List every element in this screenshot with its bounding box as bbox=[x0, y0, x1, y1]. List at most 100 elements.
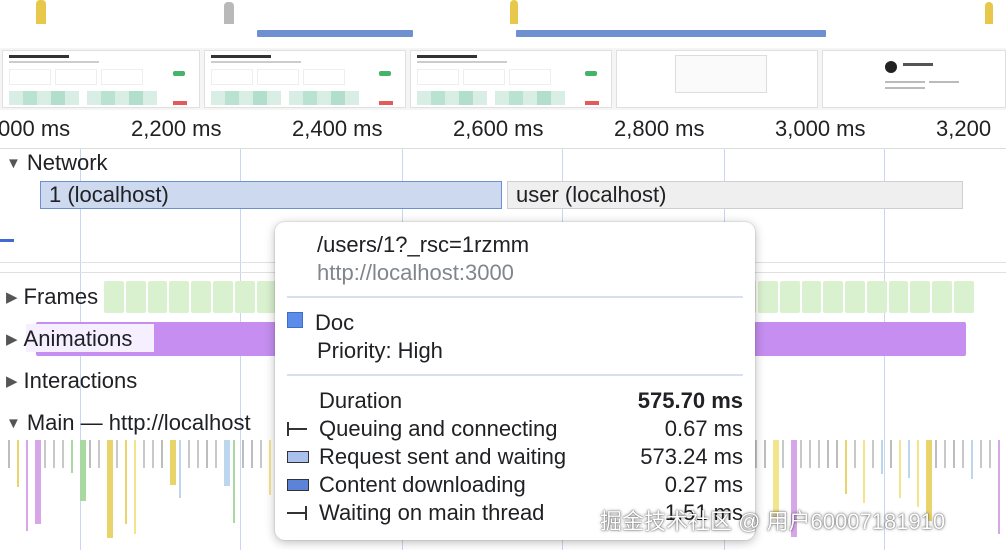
duration-value: 575.70 ms bbox=[637, 388, 743, 413]
screenshot-thumbnail[interactable] bbox=[822, 50, 1006, 108]
track-header-main[interactable]: ▼ Main — http://localhost bbox=[6, 410, 251, 436]
flamechart-slice[interactable] bbox=[242, 440, 244, 468]
flamechart-slice[interactable] bbox=[143, 440, 145, 468]
network-request-bar[interactable]: 1 (localhost) bbox=[40, 181, 502, 209]
flamechart-slice[interactable] bbox=[107, 440, 113, 538]
ruler-tick-label: 2,400 ms bbox=[292, 116, 383, 141]
flamechart-slice[interactable] bbox=[935, 440, 937, 468]
screenshot-thumbnail[interactable] bbox=[616, 50, 818, 108]
flamechart-slice[interactable] bbox=[233, 440, 235, 523]
flamechart-slice[interactable] bbox=[251, 440, 253, 468]
flamechart-slice[interactable] bbox=[863, 440, 865, 503]
flamechart-slice[interactable] bbox=[881, 440, 883, 474]
flamechart-slice[interactable] bbox=[62, 440, 64, 468]
resource-type: Doc bbox=[315, 310, 355, 335]
flamechart-slice[interactable] bbox=[161, 440, 163, 468]
network-marker bbox=[0, 239, 14, 242]
flamechart-slice[interactable] bbox=[998, 440, 1000, 534]
flamechart-slice[interactable] bbox=[890, 440, 892, 468]
flamechart-slice[interactable] bbox=[944, 440, 946, 468]
flamechart-slice[interactable] bbox=[980, 440, 982, 468]
track-label: Network bbox=[26, 150, 108, 175]
flamechart-slice[interactable] bbox=[71, 440, 73, 473]
flamechart-slice[interactable] bbox=[98, 440, 100, 468]
screenshot-thumbnail[interactable] bbox=[410, 50, 612, 108]
phase-value: 573.24 ms bbox=[640, 444, 743, 469]
flamechart-slice[interactable] bbox=[17, 440, 19, 487]
network-request-label: 1 (localhost) bbox=[49, 182, 169, 207]
ruler-tick-label: 2,200 ms bbox=[131, 116, 222, 141]
network-request-bar[interactable]: user (localhost) bbox=[507, 181, 963, 209]
request-url: /users/1?_rsc=1rzmm bbox=[317, 232, 530, 257]
track-label: Frames bbox=[23, 284, 99, 309]
time-ruler[interactable]: 000 ms 2,200 ms 2,400 ms 2,600 ms 2,800 … bbox=[0, 110, 1006, 149]
flamechart-slice[interactable] bbox=[782, 440, 784, 468]
tooltip-divider bbox=[287, 296, 743, 298]
doc-type-swatch-icon bbox=[287, 312, 303, 328]
flamechart-slice[interactable] bbox=[197, 440, 199, 468]
track-header-interactions[interactable]: ▶ Interactions bbox=[6, 368, 137, 394]
flamechart-slice[interactable] bbox=[989, 440, 991, 468]
flamechart-slice[interactable] bbox=[917, 440, 919, 507]
flamechart-slice[interactable] bbox=[269, 440, 271, 495]
track-header-frames[interactable]: ▶ Frames bbox=[6, 284, 98, 310]
flamechart-slice[interactable] bbox=[800, 440, 802, 468]
track-header-animations[interactable]: ▶ Animations bbox=[6, 326, 132, 352]
expand-triangle-icon[interactable]: ▶ bbox=[6, 288, 18, 306]
overview-spike bbox=[36, 0, 46, 24]
flamechart-slice[interactable] bbox=[224, 440, 230, 486]
track-label: Main — http://localhost bbox=[26, 410, 251, 435]
flamechart-slice[interactable] bbox=[8, 440, 10, 468]
overview-spike bbox=[510, 0, 518, 24]
flamechart-slice[interactable] bbox=[908, 440, 910, 478]
flamechart-slice[interactable] bbox=[125, 440, 127, 524]
flamechart-slice[interactable] bbox=[818, 440, 820, 468]
flamechart-slice[interactable] bbox=[809, 440, 811, 468]
track-header-network[interactable]: ▼ Network bbox=[6, 150, 108, 176]
expand-triangle-icon[interactable]: ▶ bbox=[6, 330, 18, 348]
request-waiting-icon bbox=[287, 451, 309, 463]
flamechart-slice[interactable] bbox=[179, 440, 181, 498]
flamechart-slice[interactable] bbox=[755, 440, 757, 468]
flamechart-slice[interactable] bbox=[971, 440, 973, 479]
phase-label: Content downloading bbox=[319, 472, 526, 497]
flamechart-slice[interactable] bbox=[215, 440, 217, 468]
flamechart-slice[interactable] bbox=[89, 440, 91, 468]
flamechart-slice[interactable] bbox=[836, 440, 838, 468]
screenshot-thumbnail[interactable] bbox=[204, 50, 406, 108]
flamechart-slice[interactable] bbox=[260, 440, 262, 468]
flamechart-slice[interactable] bbox=[854, 440, 856, 468]
flamechart-slice[interactable] bbox=[44, 440, 46, 468]
track-label: Animations bbox=[23, 326, 133, 351]
flamechart-slice[interactable] bbox=[206, 440, 208, 468]
overview-spike bbox=[224, 2, 234, 24]
flamechart-slice[interactable] bbox=[134, 440, 136, 534]
flamechart-slice[interactable] bbox=[152, 440, 154, 468]
flamechart-slice[interactable] bbox=[764, 440, 766, 468]
timeline-overview[interactable] bbox=[0, 0, 1006, 49]
flamechart-slice[interactable] bbox=[170, 440, 176, 485]
ruler-tick-label: 3,000 ms bbox=[775, 116, 866, 141]
flamechart-slice[interactable] bbox=[827, 440, 829, 468]
flamechart-slice[interactable] bbox=[53, 440, 55, 468]
queuing-icon bbox=[287, 422, 307, 436]
expand-triangle-icon[interactable]: ▼ bbox=[6, 155, 21, 172]
flamechart-slice[interactable] bbox=[116, 440, 118, 468]
main-thread-wait-icon bbox=[287, 506, 307, 520]
overview-network-bar bbox=[257, 30, 413, 37]
screenshots-track[interactable] bbox=[0, 48, 1006, 111]
content-download-icon bbox=[287, 479, 309, 491]
flamechart-slice[interactable] bbox=[35, 440, 41, 524]
expand-triangle-icon[interactable]: ▼ bbox=[6, 415, 21, 432]
screenshot-thumbnail[interactable] bbox=[2, 50, 200, 108]
flamechart-slice[interactable] bbox=[845, 440, 847, 494]
flamechart-slice[interactable] bbox=[899, 440, 901, 498]
flamechart-slice[interactable] bbox=[188, 440, 190, 468]
flamechart-slice[interactable] bbox=[953, 440, 955, 468]
flamechart-slice[interactable] bbox=[26, 440, 28, 531]
overview-spike bbox=[985, 2, 993, 24]
flamechart-slice[interactable] bbox=[872, 440, 874, 468]
flamechart-slice[interactable] bbox=[80, 440, 86, 501]
flamechart-slice[interactable] bbox=[962, 440, 964, 468]
expand-triangle-icon[interactable]: ▶ bbox=[6, 372, 18, 390]
